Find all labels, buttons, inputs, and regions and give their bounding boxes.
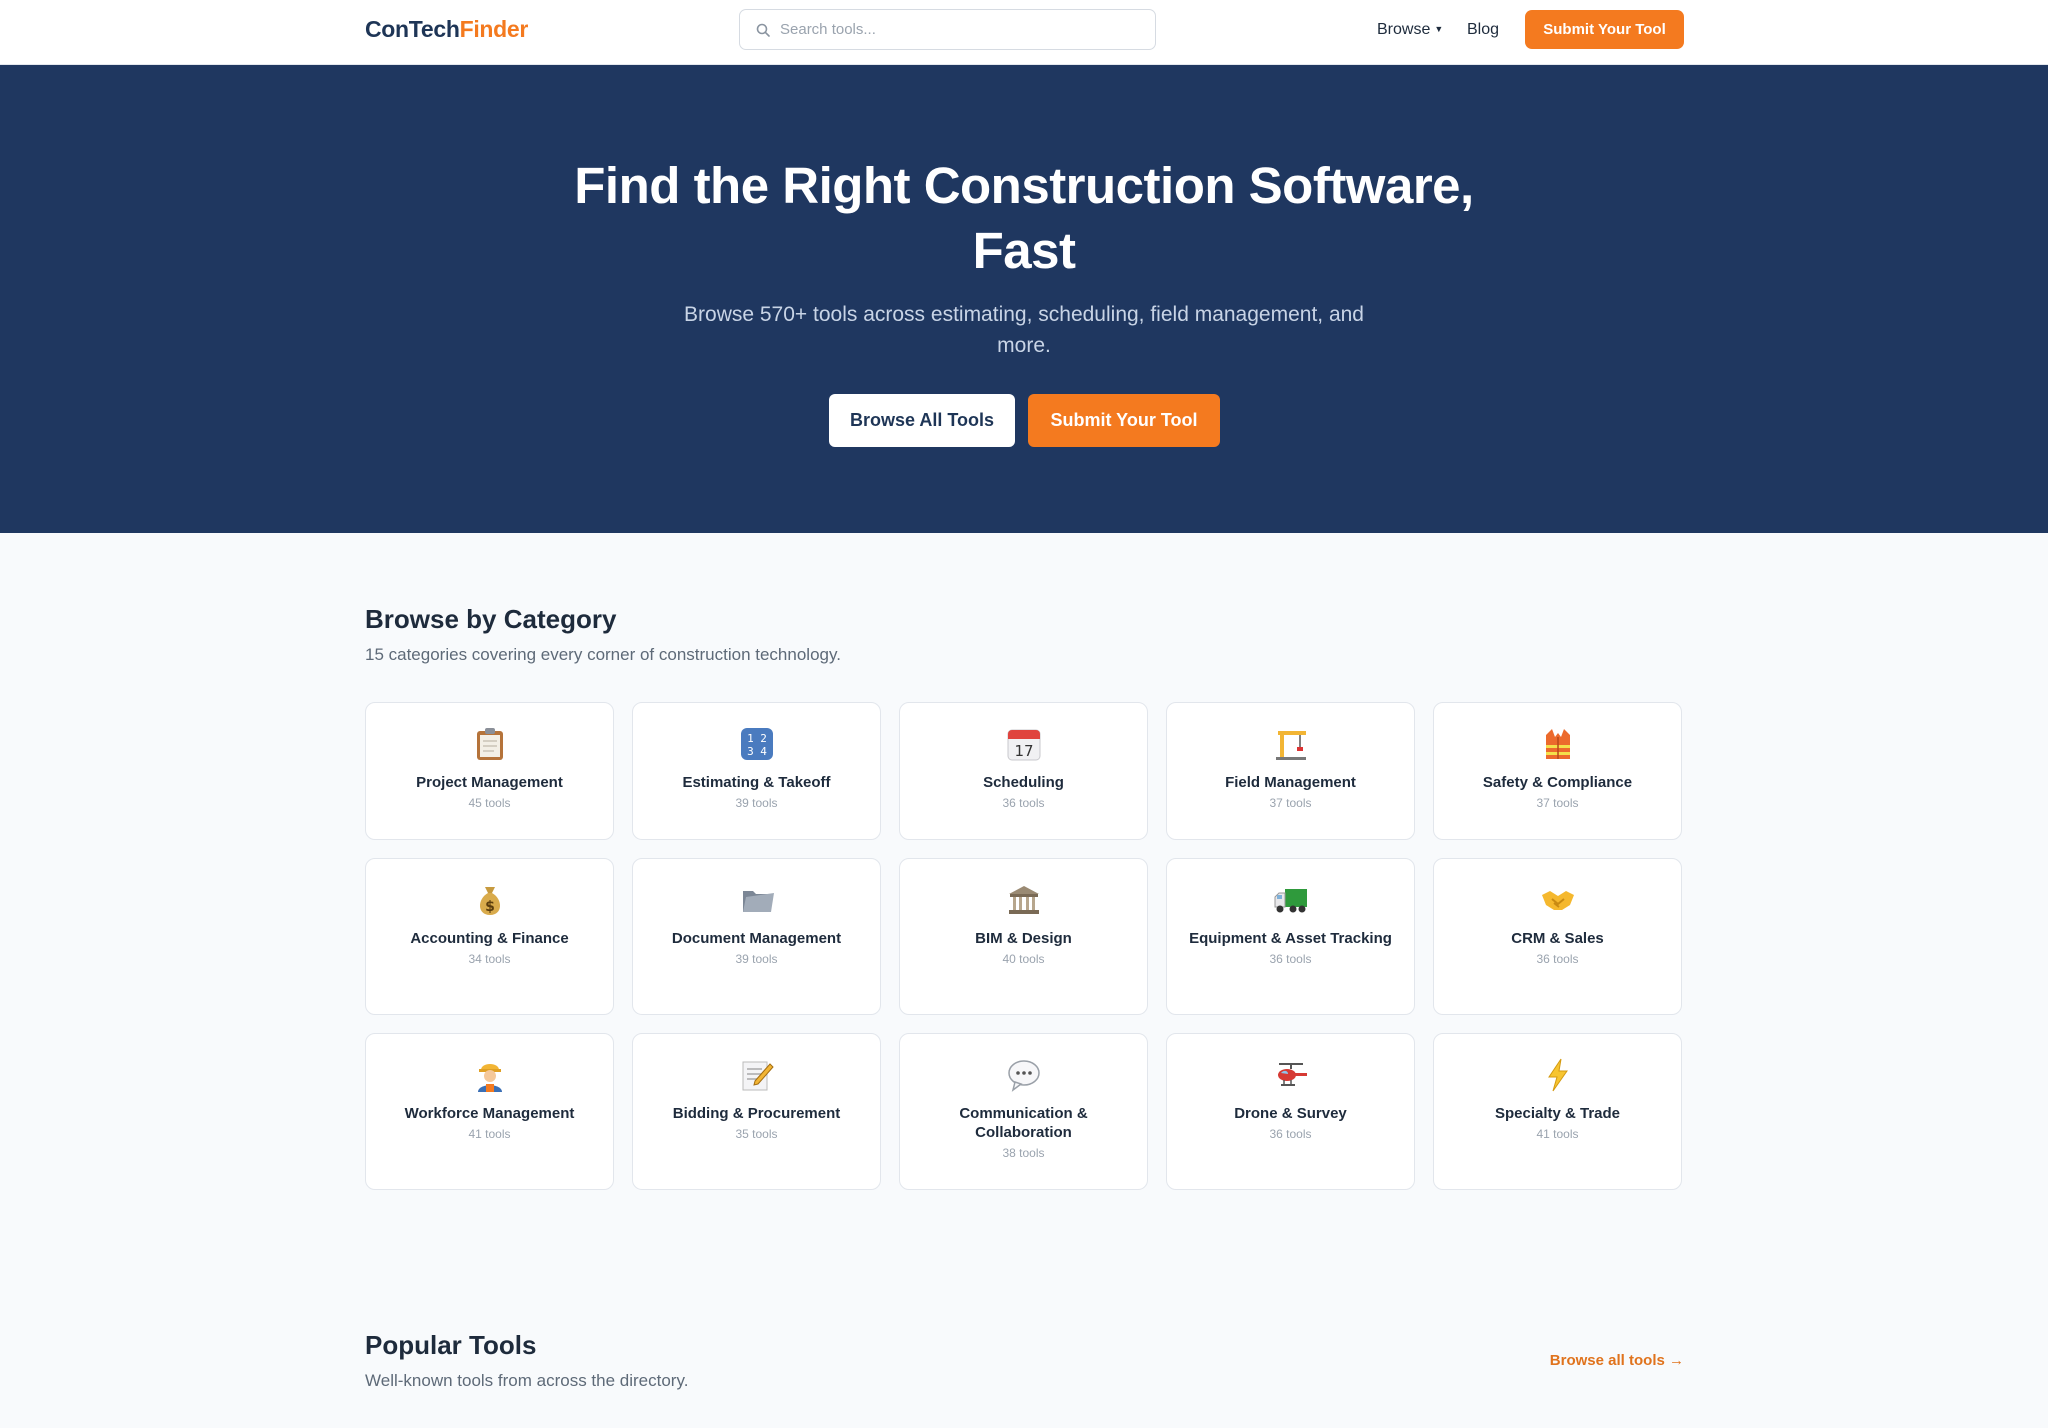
category-count: 36 tools xyxy=(1269,952,1312,966)
svg-text:$: $ xyxy=(485,899,495,915)
money-bag-icon: $ xyxy=(366,881,613,917)
folder-icon xyxy=(633,881,880,917)
category-card-communication-collaboration[interactable]: Communication & Collaboration 38 tools xyxy=(899,1033,1148,1190)
category-card-field-management[interactable]: Field Management 37 tools xyxy=(1166,702,1415,840)
nav-browse-dropdown[interactable]: Browse ▼ xyxy=(1377,21,1443,39)
category-name: Safety & Compliance xyxy=(1482,774,1633,791)
category-count: 39 tools xyxy=(735,796,778,810)
category-card-workforce-management[interactable]: Workforce Management 41 tools xyxy=(365,1033,614,1190)
svg-text:3 4: 3 4 xyxy=(747,745,767,758)
logo-text-finder: Finder xyxy=(459,16,529,42)
category-count: 36 tools xyxy=(1002,796,1045,810)
numbers-icon: 1 23 4 xyxy=(633,725,880,761)
hero-subtitle: Browse 570+ tools across estimating, sch… xyxy=(684,303,1364,357)
category-count: 37 tools xyxy=(1269,796,1312,810)
hero-submit-tool-button[interactable]: Submit Your Tool xyxy=(1028,394,1220,447)
category-name: Drone & Survey xyxy=(1234,1105,1347,1122)
truck-icon xyxy=(1167,881,1414,917)
category-count: 41 tools xyxy=(1536,1127,1579,1141)
site-logo[interactable]: ConTechFinder xyxy=(365,16,528,43)
speech-bubble-icon xyxy=(900,1056,1147,1092)
category-count: 39 tools xyxy=(735,952,778,966)
category-count: 36 tools xyxy=(1269,1127,1312,1141)
category-card-estimating-takeoff[interactable]: 1 23 4 Estimating & Takeoff 39 tools xyxy=(632,702,881,840)
category-count: 45 tools xyxy=(468,796,511,810)
category-section-title: Browse by Category xyxy=(365,604,617,634)
category-card-scheduling[interactable]: 17 Scheduling 36 tools xyxy=(899,702,1148,840)
category-grid: Project Management 45 tools 1 23 4 Estim… xyxy=(365,702,1684,1190)
category-name: Scheduling xyxy=(983,774,1064,791)
lightning-icon xyxy=(1434,1056,1681,1092)
popular-tools-title: Popular Tools xyxy=(365,1330,537,1360)
category-card-crm-sales[interactable]: CRM & Sales 36 tools xyxy=(1433,858,1682,1015)
memo-icon xyxy=(633,1056,880,1092)
hero-title: Find the Right Construction Software, Fa… xyxy=(574,157,1474,279)
category-count: 35 tools xyxy=(735,1127,778,1141)
category-name: Specialty & Trade xyxy=(1494,1105,1621,1122)
category-name: CRM & Sales xyxy=(1511,930,1604,947)
category-count: 40 tools xyxy=(1002,952,1045,966)
browse-all-tools-button[interactable]: Browse All Tools xyxy=(829,394,1015,447)
category-name: Equipment & Asset Tracking xyxy=(1189,930,1392,947)
category-count: 37 tools xyxy=(1536,796,1579,810)
category-card-bidding-procurement[interactable]: Bidding & Procurement 35 tools xyxy=(632,1033,881,1190)
construction-worker-icon xyxy=(366,1056,613,1093)
nav-blog-link[interactable]: Blog xyxy=(1467,21,1499,39)
clipboard-icon xyxy=(366,725,613,761)
category-name: Estimating & Takeoff xyxy=(682,774,831,791)
crane-icon xyxy=(1167,725,1414,761)
category-card-accounting-finance[interactable]: $ Accounting & Finance 34 tools xyxy=(365,858,614,1015)
category-card-equipment-asset-tracking[interactable]: Equipment & Asset Tracking 36 tools xyxy=(1166,858,1415,1015)
caret-down-icon: ▼ xyxy=(1434,24,1444,34)
category-card-specialty-trade[interactable]: Specialty & Trade 41 tools xyxy=(1433,1033,1682,1190)
category-count: 36 tools xyxy=(1536,952,1579,966)
site-header: ConTechFinder Browse▼ Blog Submit Your T… xyxy=(0,0,2048,65)
category-count: 34 tools xyxy=(468,952,511,966)
category-name: Communication & Collaboration xyxy=(959,1105,1088,1141)
category-count: 38 tools xyxy=(1002,1146,1045,1160)
helicopter-icon xyxy=(1167,1056,1414,1092)
category-card-project-management[interactable]: Project Management 45 tools xyxy=(365,702,614,840)
category-name: Workforce Management xyxy=(404,1105,575,1122)
search-box[interactable] xyxy=(739,9,1156,50)
search-icon xyxy=(756,23,770,37)
calendar-icon: 17 xyxy=(900,725,1147,761)
category-name: Accounting & Finance xyxy=(410,930,569,947)
search-input[interactable] xyxy=(780,10,1140,49)
category-name: Bidding & Procurement xyxy=(672,1105,841,1122)
category-name: Document Management xyxy=(671,930,842,947)
category-card-safety-compliance[interactable]: Safety & Compliance 37 tools xyxy=(1433,702,1682,840)
category-count: 41 tools xyxy=(468,1127,511,1141)
svg-text:1 2: 1 2 xyxy=(747,732,767,745)
handshake-icon xyxy=(1434,881,1681,917)
category-card-document-management[interactable]: Document Management 39 tools xyxy=(632,858,881,1015)
category-card-drone-survey[interactable]: Drone & Survey 36 tools xyxy=(1166,1033,1415,1190)
category-card-bim-design[interactable]: BIM & Design 40 tools xyxy=(899,858,1148,1015)
safety-vest-icon xyxy=(1434,725,1681,761)
svg-text:17: 17 xyxy=(1014,742,1033,760)
category-name: Project Management xyxy=(416,774,563,791)
nav-browse-label: Browse xyxy=(1377,21,1431,38)
header-submit-tool-button[interactable]: Submit Your Tool xyxy=(1525,10,1684,49)
hero-section: Find the Right Construction Software, Fa… xyxy=(0,65,2048,533)
logo-text-contech: ConTech xyxy=(365,16,460,42)
category-name: BIM & Design xyxy=(975,930,1072,947)
classical-building-icon xyxy=(900,881,1147,917)
popular-tools-subtitle: Well-known tools from across the directo… xyxy=(365,1371,689,1390)
category-section-subtitle: 15 categories covering every corner of c… xyxy=(365,645,841,664)
category-name: Field Management xyxy=(1225,774,1356,791)
browse-all-tools-link[interactable]: Browse all tools → xyxy=(1500,1352,1684,1369)
